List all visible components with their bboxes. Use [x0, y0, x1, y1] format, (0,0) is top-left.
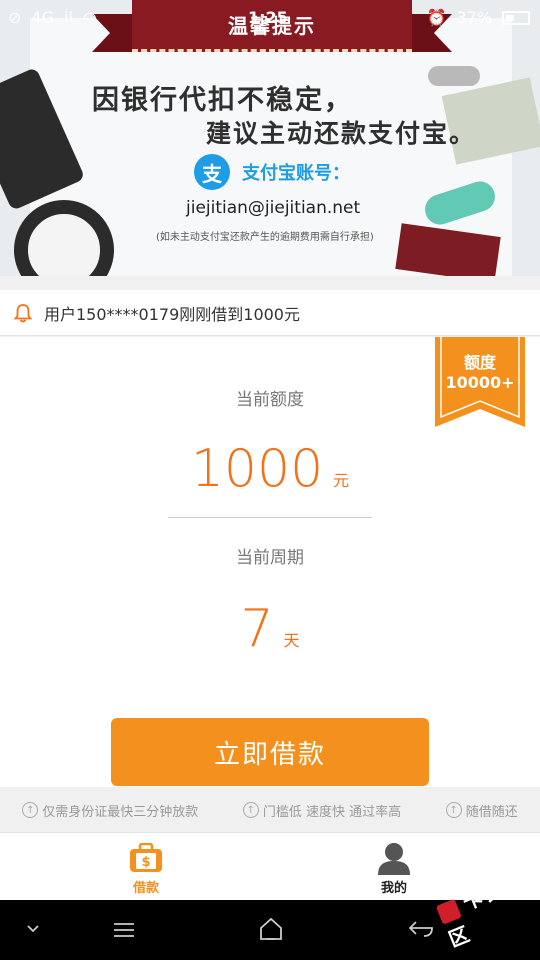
- period-label: 当前周期: [236, 548, 304, 568]
- status-left: ⊘ 4G il ◠: [8, 8, 97, 27]
- arrow-up-icon: ↑: [445, 802, 462, 818]
- feature-text: 门槛低 速度快 通过率高: [262, 804, 402, 820]
- feature-item: ↑ 门槛低 速度快 通过率高: [242, 801, 402, 820]
- loan-card: 额度 10000+ 当前额度 1000 元 当前周期 7 天 立即借款: [0, 337, 540, 787]
- amount-row[interactable]: 1000 元: [0, 439, 540, 499]
- no-sim-icon: ⊘: [8, 8, 22, 27]
- status-right: ⏰ 37%: [427, 8, 530, 27]
- user-icon: [378, 843, 410, 875]
- coins-image: [428, 66, 480, 86]
- alipay-label: 支付宝账号：: [242, 163, 350, 184]
- notice-line-1: 因银行代扣不稳定，: [92, 85, 353, 116]
- period-unit: 天: [283, 631, 300, 650]
- arrow-up-icon: ↑: [22, 802, 39, 818]
- notice-line-2: 建议主动还款支付宝。: [206, 119, 477, 148]
- feature-item: ↑ 仅需身份证最快三分钟放款: [22, 801, 198, 820]
- chevron-down-icon[interactable]: [26, 924, 40, 934]
- loan-period: 7: [240, 599, 274, 659]
- back-icon[interactable]: [406, 918, 434, 940]
- clock: 1:25: [248, 8, 288, 27]
- amount-unit: 元: [333, 471, 350, 490]
- feature-text: 随借随还: [465, 804, 518, 820]
- alipay-icon: 支: [194, 154, 230, 190]
- battery-icon: [502, 10, 530, 25]
- divider: [168, 517, 372, 518]
- amount-label: 当前额度: [236, 390, 304, 410]
- menu-icon[interactable]: [112, 920, 136, 940]
- wallet-icon: $: [130, 843, 162, 872]
- feature-item: ↑ 随借随还: [445, 801, 518, 820]
- tab-mine[interactable]: 我的: [334, 833, 454, 901]
- feature-text: 仅需身份证最快三分钟放款: [42, 804, 199, 820]
- network-indicator: 4G: [31, 8, 54, 27]
- home-icon[interactable]: [258, 916, 284, 942]
- notice-banner[interactable]: 温馨提示 因银行代扣不稳定， 建议主动还款支付宝。 支 支付宝账号： jieji…: [0, 0, 540, 276]
- loan-amount: 1000: [190, 439, 324, 499]
- bell-icon: [14, 303, 32, 322]
- tab-mine-label: 我的: [380, 881, 407, 896]
- period-row[interactable]: 7 天: [0, 599, 540, 659]
- banner-note: (如未主动支付宝还款产生的逾期费用需自行承担): [156, 232, 374, 243]
- borrow-now-button[interactable]: 立即借款: [111, 718, 429, 786]
- status-bar: ⊘ 4G il ◠ 1:25 ⏰ 37%: [0, 0, 540, 36]
- borrow-marquee: 用户150****0179刚刚借到1000元: [0, 290, 540, 336]
- alipay-account: jiejitian@jiejitian.net: [186, 198, 361, 218]
- quota-tag-title: 额度: [463, 353, 496, 372]
- alipay-account-row: 支 支付宝账号：: [194, 154, 350, 190]
- tab-loan[interactable]: $ 借款: [86, 833, 206, 901]
- alarm-icon: ⏰: [426, 8, 447, 27]
- tab-loan-label: 借款: [132, 881, 159, 896]
- feature-strip: ↑ 仅需身份证最快三分钟放款 ↑ 门槛低 速度快 通过率高 ↑ 随借随还: [0, 788, 540, 832]
- marquee-text: 用户150****0179刚刚借到1000元: [44, 304, 300, 324]
- wifi-icon: ◠: [82, 8, 97, 27]
- battery-percent: 37%: [456, 8, 492, 27]
- signal-icon: il: [63, 8, 73, 27]
- quota-tag: 额度 10000+: [435, 337, 525, 427]
- svg-text:$: $: [141, 855, 150, 870]
- arrow-up-icon: ↑: [242, 802, 259, 818]
